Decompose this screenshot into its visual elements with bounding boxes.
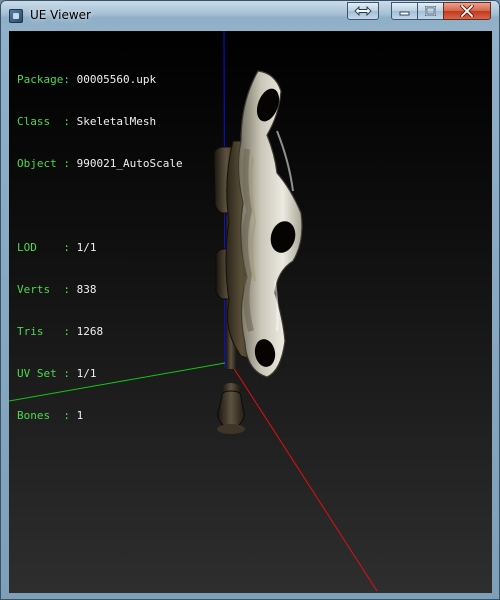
- info-value-uvset: 1/1: [76, 367, 97, 380]
- info-value-tris: 1268: [76, 325, 104, 338]
- info-label: Bones: [17, 409, 64, 422]
- info-row-object: Object : 990021_AutoScale: [17, 157, 183, 171]
- close-button[interactable]: [443, 2, 491, 20]
- maximize-button[interactable]: [417, 2, 444, 20]
- info-label: UV Set: [17, 367, 64, 380]
- app-icon[interactable]: [9, 9, 23, 23]
- info-label: Tris: [17, 325, 64, 338]
- 3d-viewport[interactable]: Package: 00005560.upk Class : SkeletalMe…: [9, 31, 492, 593]
- fullscreen-button[interactable]: [347, 2, 379, 20]
- info-label: Verts: [17, 283, 64, 296]
- mesh-info-panel: Package: 00005560.upk Class : SkeletalMe…: [17, 45, 183, 451]
- window-title: UE Viewer: [30, 8, 91, 22]
- info-label: Class: [17, 115, 64, 128]
- info-value-package: 00005560.upk: [76, 73, 157, 86]
- info-row-class: Class : SkeletalMesh: [17, 115, 183, 129]
- info-value-bones: 1: [76, 409, 84, 422]
- info-separator: :: [63, 409, 77, 422]
- info-separator: :: [63, 367, 77, 380]
- info-label: Package: [17, 73, 64, 86]
- info-row-uvset: UV Set : 1/1: [17, 367, 183, 381]
- info-value-lod: 1/1: [76, 241, 97, 254]
- info-separator: :: [63, 283, 77, 296]
- close-icon: [460, 5, 474, 17]
- info-label: Object: [17, 157, 64, 170]
- x-axis-line: [232, 366, 378, 592]
- info-row-verts: Verts : 838: [17, 283, 183, 297]
- title-bar[interactable]: UE Viewer: [1, 1, 499, 31]
- info-separator: :: [63, 115, 77, 128]
- info-separator: :: [63, 157, 77, 170]
- minimize-button[interactable]: [391, 2, 418, 20]
- info-row-package: Package: 00005560.upk: [17, 73, 183, 87]
- minimize-icon: [399, 11, 410, 15]
- info-separator: :: [63, 241, 77, 254]
- info-separator: :: [63, 73, 77, 86]
- mesh-shield: [237, 70, 303, 378]
- double-arrow-icon: [354, 6, 372, 16]
- app-window: UE Viewer Package: 00005560.upk Class: …: [0, 0, 500, 600]
- info-value-class: SkeletalMesh: [76, 115, 157, 128]
- info-value-verts: 838: [76, 283, 97, 296]
- maximize-icon: [425, 6, 436, 16]
- info-row-bones: Bones : 1: [17, 409, 183, 423]
- info-row-lod: LOD : 1/1: [17, 241, 183, 255]
- info-row-tris: Tris : 1268: [17, 325, 183, 339]
- info-label: LOD: [17, 241, 64, 254]
- info-value-object: 990021_AutoScale: [76, 157, 183, 170]
- info-separator: :: [63, 325, 77, 338]
